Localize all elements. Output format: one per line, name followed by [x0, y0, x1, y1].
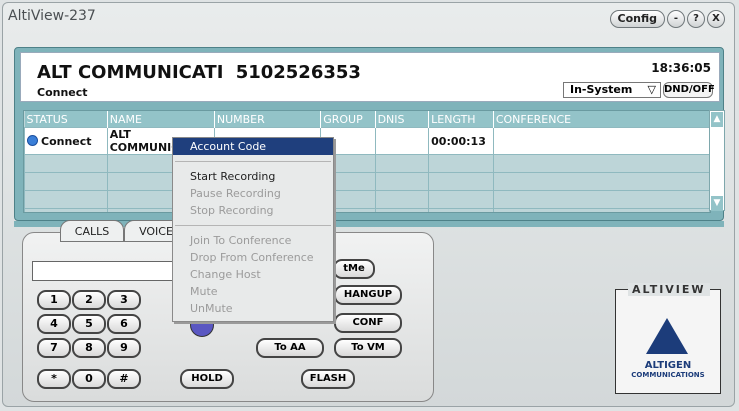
call-me-button[interactable]: tMe: [333, 259, 375, 279]
title-controls: Config - ? X: [609, 10, 725, 28]
row-dnis: [374, 127, 430, 155]
brand-company: ALTIGEN COMMUNICATIONS: [626, 360, 710, 379]
dnd-button[interactable]: DND/OFF: [663, 82, 715, 98]
menu-stop-recording[interactable]: Stop Recording: [173, 202, 333, 219]
chevron-down-icon: ▽: [647, 83, 656, 96]
menu-unmute[interactable]: UnMute: [173, 300, 333, 317]
brand-company-name: ALTIGEN: [644, 360, 692, 371]
table-row: [24, 172, 710, 191]
caller-display: ALT COMMUNICATI 5102526353: [37, 62, 361, 83]
altigen-logo-icon: [646, 318, 688, 354]
brand-panel: ALTIVIEW ALTIGEN COMMUNICATIONS: [615, 283, 721, 394]
col-number: NUMBER: [214, 111, 322, 128]
menu-change-host[interactable]: Change Host: [173, 266, 333, 283]
row-length: 00:00:13: [428, 127, 494, 155]
presence-select[interactable]: In-System ▽: [563, 82, 661, 98]
menu-separator: [175, 161, 331, 162]
key-1[interactable]: 1: [37, 290, 71, 310]
row-conference: [492, 127, 710, 155]
row-status-text: Connect: [41, 134, 92, 148]
key-6[interactable]: 6: [107, 314, 141, 334]
key-star[interactable]: *: [37, 369, 71, 389]
menu-account-code[interactable]: Account Code: [173, 138, 333, 155]
key-0[interactable]: 0: [72, 369, 106, 389]
help-button[interactable]: ?: [687, 10, 705, 28]
col-length: LENGTH: [428, 111, 494, 128]
call-state: Connect: [37, 86, 88, 99]
window-title: AltiView-237: [8, 8, 96, 24]
table-row[interactable]: Connect ALT COMMUNICATI 5102526353 00:00…: [24, 127, 710, 155]
table-row: [24, 208, 710, 212]
calls-table: STATUS NAME NUMBER GROUP DNIS LENGTH CON…: [23, 110, 711, 213]
presence-value: In-System: [570, 83, 633, 96]
caller-name: ALT COMMUNICATI: [37, 62, 224, 83]
row-status: Connect: [24, 127, 108, 155]
key-4[interactable]: 4: [37, 314, 71, 334]
col-name: NAME: [107, 111, 215, 128]
config-button[interactable]: Config: [609, 10, 665, 28]
menu-pause-recording[interactable]: Pause Recording: [173, 185, 333, 202]
to-vm-button[interactable]: To VM: [334, 338, 402, 358]
clock-time: 18:36:05: [651, 61, 711, 75]
menu-drop-conference[interactable]: Drop From Conference: [173, 249, 333, 266]
table-row: [24, 154, 710, 173]
col-conference: CONFERENCE: [493, 111, 710, 128]
key-2[interactable]: 2: [72, 290, 106, 310]
connect-icon: [27, 134, 38, 146]
menu-mute[interactable]: Mute: [173, 283, 333, 300]
context-menu: Account Code Start Recording Pause Recor…: [172, 137, 334, 322]
key-5[interactable]: 5: [72, 314, 106, 334]
brand-title: ALTIVIEW: [628, 283, 710, 296]
brand-company-sub: COMMUNICATIONS: [631, 371, 705, 379]
key-3[interactable]: 3: [107, 290, 141, 310]
key-9[interactable]: 9: [107, 338, 141, 358]
menu-start-recording[interactable]: Start Recording: [173, 168, 333, 185]
flash-button[interactable]: FLASH: [301, 369, 355, 389]
col-group: GROUP: [320, 111, 376, 128]
to-aa-button[interactable]: To AA: [256, 338, 324, 358]
table-scrollbar[interactable]: ▲ ▼: [709, 110, 725, 211]
tab-calls[interactable]: CALLS: [60, 220, 124, 242]
call-info-box: ALT COMMUNICATI 5102526353 Connect 18:36…: [20, 52, 720, 102]
minimize-button[interactable]: -: [667, 10, 685, 28]
hold-button[interactable]: HOLD: [180, 369, 234, 389]
col-status: STATUS: [24, 111, 108, 128]
scroll-down-icon[interactable]: ▼: [711, 196, 723, 211]
col-dnis: DNIS: [375, 111, 430, 128]
hangup-button[interactable]: HANGUP: [334, 285, 402, 305]
menu-separator: [175, 225, 331, 226]
table-row: [24, 190, 710, 209]
menu-join-conference[interactable]: Join To Conference: [173, 232, 333, 249]
conference-button[interactable]: CONF: [334, 313, 402, 333]
key-7[interactable]: 7: [37, 338, 71, 358]
scroll-up-icon[interactable]: ▲: [711, 112, 723, 127]
key-pound[interactable]: #: [107, 369, 141, 389]
caller-number: 5102526353: [235, 62, 361, 83]
close-button[interactable]: X: [707, 10, 725, 28]
key-8[interactable]: 8: [72, 338, 106, 358]
